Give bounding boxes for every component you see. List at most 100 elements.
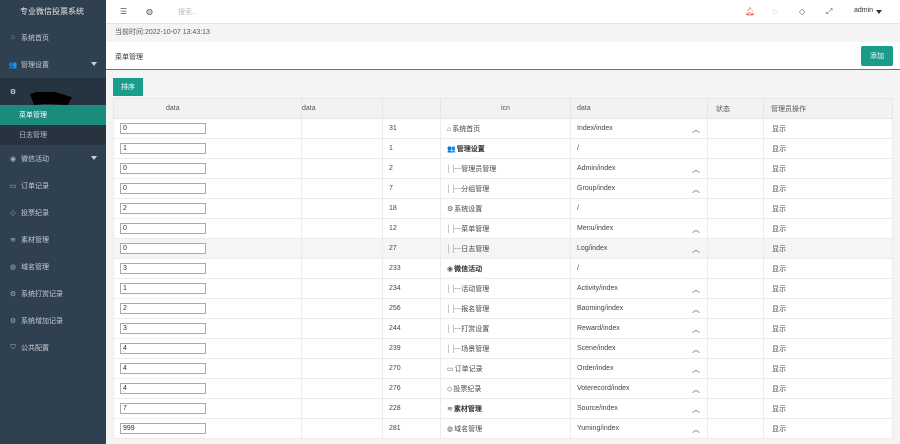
menu-toggle-icon[interactable]: ☰ xyxy=(120,7,127,16)
sort-input[interactable]: 2 xyxy=(120,203,206,214)
sort-input[interactable]: 0 xyxy=(120,163,206,174)
table-row: 2256│├─报名管理Baoming/index︿显示添加编辑删除 xyxy=(113,298,893,319)
sort-input[interactable]: 0 xyxy=(120,123,206,134)
message-icon[interactable]: ◌ xyxy=(772,7,777,16)
sidebar-item-public-config[interactable]: ⛉ 公共配置 xyxy=(0,334,106,361)
status-text: 显示 xyxy=(772,245,786,253)
id-cell xyxy=(301,418,383,439)
menu-url: Index/index xyxy=(577,125,613,132)
menu-name-cell: ◉微信活动 xyxy=(440,258,571,279)
menu-name-cell: │├─活动管理 xyxy=(440,278,571,299)
sidebar-sub-menu[interactable]: 菜单管理 xyxy=(0,105,106,125)
sidebar-item-settings[interactable]: 👥 管理设置 xyxy=(0,51,106,78)
chevron-up-icon[interactable]: ︿ xyxy=(692,164,700,175)
bell-icon[interactable]: 🔔︎ xyxy=(745,7,755,16)
menu-name-cell: ≋素材管理 xyxy=(440,398,571,419)
sort-input[interactable]: 2 xyxy=(120,303,206,314)
chevron-up-icon[interactable]: ︿ xyxy=(692,384,700,395)
sort-input[interactable]: 7 xyxy=(120,403,206,414)
sort-input[interactable]: 1 xyxy=(120,143,206,154)
sidebar-item-add-records[interactable]: ⚙ 系统增加记录 xyxy=(0,307,106,334)
chevron-up-icon[interactable]: ︿ xyxy=(692,304,700,315)
sidebar-item-materials[interactable]: ≋ 素材管理 xyxy=(0,226,106,253)
chevron-up-icon[interactable]: ︿ xyxy=(692,184,700,195)
id-cell xyxy=(301,338,383,359)
current-time: 当前时间:2022-10-07 13:43:13 xyxy=(106,24,900,42)
chevron-down-icon[interactable] xyxy=(876,10,882,14)
chevron-up-icon[interactable]: ︿ xyxy=(692,124,700,135)
status-text: 显示 xyxy=(772,325,786,333)
id-cell xyxy=(301,238,383,259)
sort-input[interactable]: 3 xyxy=(120,323,206,334)
sort-input[interactable]: 1 xyxy=(120,283,206,294)
status-text: 显示 xyxy=(772,305,786,313)
globe-icon: ◍ xyxy=(9,263,17,271)
menu-name: 报名管理 xyxy=(461,305,490,313)
status-text: 显示 xyxy=(772,425,786,433)
status-cell: 显示 xyxy=(763,158,893,179)
sidebar-item-home[interactable]: ⌂ 系统首页 xyxy=(0,24,106,51)
chevron-up-icon[interactable]: ︿ xyxy=(692,364,700,375)
data-cell xyxy=(707,158,764,179)
menu-url: Activity/index xyxy=(577,285,618,292)
chevron-up-icon[interactable]: ︿ xyxy=(692,404,700,415)
menu-url: / xyxy=(577,205,579,212)
globe-icon[interactable]: ◍ xyxy=(146,7,153,16)
status-cell: 显示 xyxy=(763,198,893,219)
sidebar-sub-log[interactable]: 日志管理 xyxy=(0,125,106,145)
col-url: icn xyxy=(440,98,571,119)
status-cell: 显示 xyxy=(763,338,893,359)
sidebar-item-label: 微信活动 xyxy=(21,155,49,163)
tree-branch: │├─ xyxy=(447,325,462,333)
user-menu[interactable]: admin xyxy=(854,7,873,14)
layers-icon: ≋ xyxy=(447,405,453,413)
id-cell xyxy=(301,178,383,199)
tree-branch: │├─ xyxy=(447,185,462,193)
url-cell: / xyxy=(570,138,708,159)
chevron-up-icon[interactable]: ︿ xyxy=(692,424,700,435)
id-cell xyxy=(301,198,383,219)
sidebar-item-wechat[interactable]: ◉ 微信活动 xyxy=(0,145,106,172)
sort-input[interactable]: 0 xyxy=(120,243,206,254)
menu-id: 7 xyxy=(382,178,441,199)
sidebar-item-votes[interactable]: ◇ 投票纪录 xyxy=(0,199,106,226)
sort-input[interactable]: 4 xyxy=(120,343,206,354)
status-cell: 显示 xyxy=(763,218,893,239)
menu-name-cell: ◇投票纪录 xyxy=(440,378,571,399)
sort-input[interactable]: 4 xyxy=(120,383,206,394)
menu-name: 素材管理 xyxy=(453,405,482,413)
sort-input[interactable]: 0 xyxy=(120,183,206,194)
status-text: 显示 xyxy=(772,125,786,133)
sidebar-item-label: 域名管理 xyxy=(21,263,49,271)
data-cell xyxy=(707,238,764,259)
add-menu-button[interactable]: 添加 xyxy=(861,46,893,66)
sort-input[interactable]: 3 xyxy=(120,263,206,274)
chevron-up-icon[interactable]: ︿ xyxy=(692,324,700,335)
menu-name: 日志管理 xyxy=(461,245,490,253)
tag-icon[interactable]: ◇ xyxy=(799,7,805,16)
status-cell: 显示 xyxy=(763,378,893,399)
status-cell: 显示 xyxy=(763,398,893,419)
id-cell xyxy=(301,158,383,179)
sidebar-item-reward-records[interactable]: ⚙ 系统打赏记录 xyxy=(0,280,106,307)
sidebar-item-domains[interactable]: ◍ 域名管理 xyxy=(0,253,106,280)
menu-url: Reward/index xyxy=(577,325,620,332)
sort-input[interactable]: 0 xyxy=(120,223,206,234)
sort-input[interactable]: 4 xyxy=(120,363,206,374)
chevron-up-icon[interactable]: ︿ xyxy=(692,224,700,235)
sort-input[interactable]: 999 xyxy=(120,423,206,434)
chevron-up-icon[interactable]: ︿ xyxy=(692,344,700,355)
tree-branch: │├─ xyxy=(447,345,462,353)
sidebar-item-orders[interactable]: ▭ 订单记录 xyxy=(0,172,106,199)
sort-button[interactable]: 排序 xyxy=(113,78,143,96)
chevron-up-icon[interactable]: ︿ xyxy=(692,244,700,255)
data-cell xyxy=(707,418,764,439)
id-cell xyxy=(301,138,383,159)
fullscreen-icon[interactable]: ⤢ xyxy=(826,7,832,17)
menu-url: Voterecord/index xyxy=(577,385,630,392)
sidebar-item-label: 系统打赏记录 xyxy=(21,290,63,298)
menu-url: Log/index xyxy=(577,245,608,252)
search-input[interactable]: 搜索... xyxy=(178,7,198,17)
chevron-up-icon[interactable]: ︿ xyxy=(692,284,700,295)
gear-icon: ⚙ xyxy=(447,205,454,213)
